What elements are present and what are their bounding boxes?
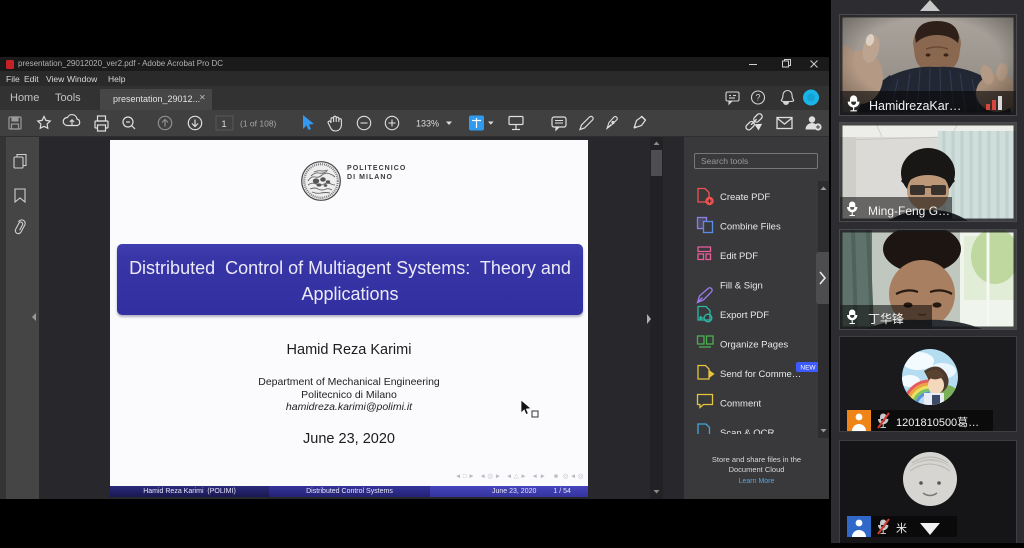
svg-text:HamidrezaKar…: HamidrezaKar… — [869, 99, 961, 113]
svg-text:NEW: NEW — [800, 365, 816, 372]
svg-text:Comment: Comment — [720, 399, 762, 410]
svg-text:?: ? — [755, 93, 760, 103]
svg-text:Create PDF: Create PDF — [720, 192, 770, 203]
svg-text:Edit PDF: Edit PDF — [720, 251, 758, 262]
svg-text:Fill & Sign: Fill & Sign — [720, 281, 763, 292]
svg-text:Send for Comme…: Send for Comme… — [720, 369, 801, 380]
svg-text:(1 of 108): (1 of 108) — [240, 119, 277, 129]
svg-text:Combine Files: Combine Files — [720, 222, 781, 233]
svg-text:1: 1 — [221, 119, 226, 130]
svg-text:Ming-Feng G…: Ming-Feng G… — [868, 204, 950, 218]
svg-text:1201810500葛…: 1201810500葛… — [896, 416, 979, 429]
svg-text:丁华锋: 丁华锋 — [868, 312, 904, 326]
svg-text:米: 米 — [896, 522, 907, 535]
svg-text:133%: 133% — [416, 119, 439, 129]
svg-text:Export PDF: Export PDF — [720, 310, 769, 321]
svg-text:Organize Pages: Organize Pages — [720, 340, 788, 351]
